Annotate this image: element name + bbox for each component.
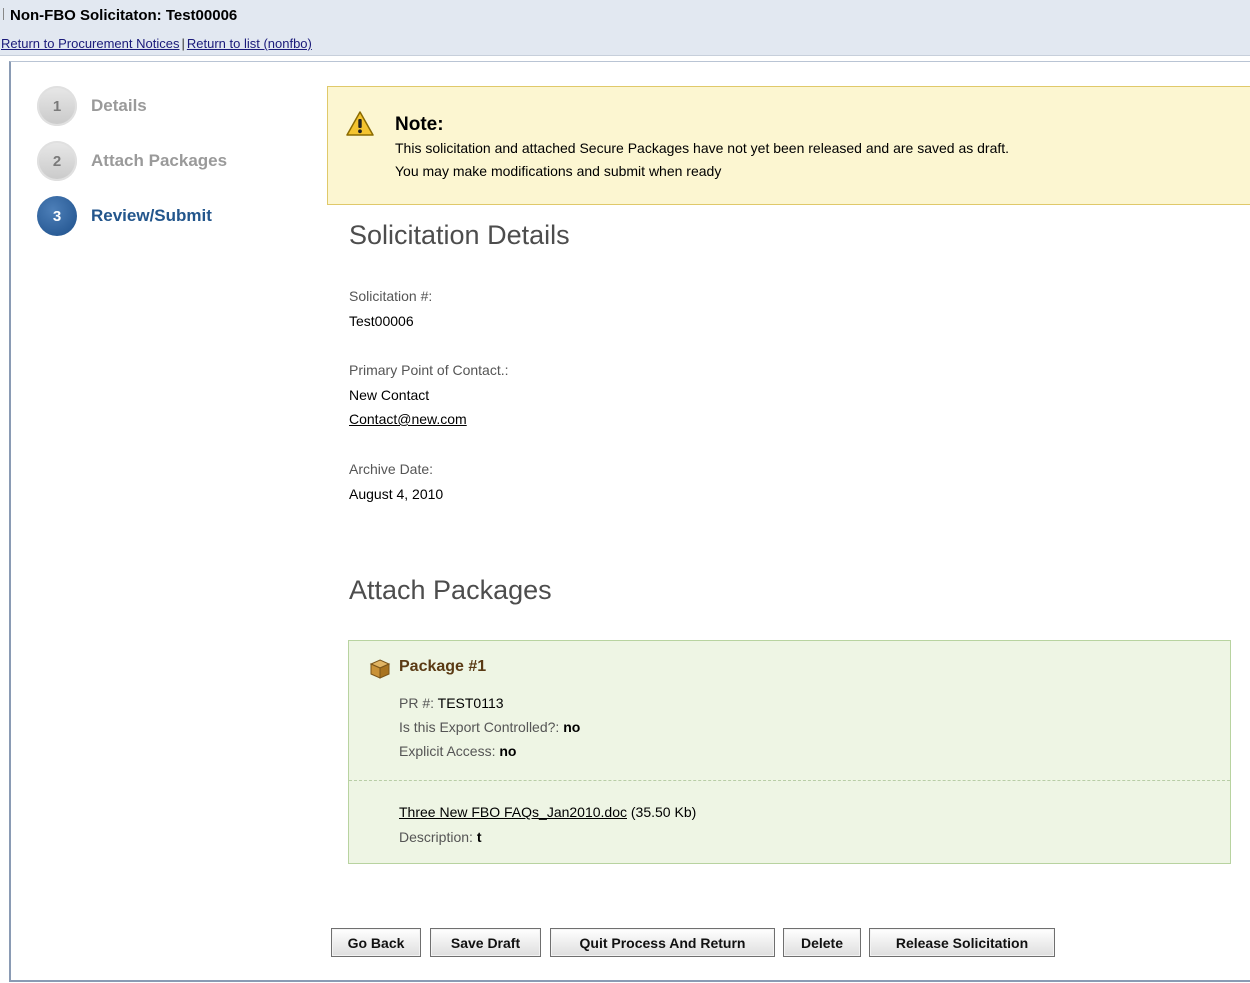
pr-number-value: TEST0113 bbox=[437, 695, 504, 711]
save-draft-button[interactable]: Save Draft bbox=[430, 928, 541, 957]
return-to-list-link[interactable]: Return to list (nonfbo) bbox=[187, 36, 312, 51]
attach-packages-heading: Attach Packages bbox=[349, 575, 552, 605]
step-label-details: Details bbox=[91, 96, 147, 115]
quit-process-button[interactable]: Quit Process And Return bbox=[550, 928, 775, 957]
pr-number-row: PR #: TEST0113 bbox=[399, 695, 504, 711]
note-title: Note: bbox=[395, 114, 444, 135]
package-title: Package #1 bbox=[399, 658, 487, 675]
file-size: (35.50 Kb) bbox=[630, 804, 697, 820]
breadcrumb-separator: | bbox=[181, 36, 185, 51]
package-card: Package #1 PR #: TEST0113 Is this Export… bbox=[348, 640, 1231, 864]
package-icon bbox=[369, 659, 391, 679]
export-controlled-row: Is this Export Controlled?: no bbox=[399, 719, 580, 735]
contact-label: Primary Point of Contact.: bbox=[349, 362, 509, 378]
export-controlled-label: Is this Export Controlled?: bbox=[399, 719, 560, 735]
header-edge-mark bbox=[3, 8, 4, 20]
return-to-procurement-link[interactable]: Return to Procurement Notices bbox=[1, 36, 179, 51]
step-details[interactable]: 1 Details bbox=[37, 86, 147, 126]
solicitation-number-value: Test00006 bbox=[349, 313, 414, 329]
page-header: Non-FBO Solicitaton: Test00006 Return to… bbox=[0, 0, 1250, 56]
pr-number-label: PR #: bbox=[399, 695, 435, 711]
file-row: Three New FBO FAQs_Jan2010.doc (35.50 Kb… bbox=[399, 804, 696, 820]
contact-email: Contact@new.com bbox=[349, 411, 467, 427]
step-number-3: 3 bbox=[37, 196, 77, 236]
explicit-access-row: Explicit Access: no bbox=[399, 743, 516, 759]
description-label: Description: bbox=[399, 829, 473, 845]
solicitation-details-heading: Solicitation Details bbox=[349, 220, 570, 250]
warning-icon bbox=[346, 111, 374, 136]
step-label-review-submit: Review/Submit bbox=[91, 206, 212, 225]
draft-note-box: Note: This solicitation and attached Sec… bbox=[327, 86, 1250, 205]
description-row: Description: t bbox=[399, 829, 481, 845]
file-link[interactable]: Three New FBO FAQs_Jan2010.doc bbox=[399, 804, 627, 820]
note-line-2: You may make modifications and submit wh… bbox=[395, 163, 722, 179]
step-number-1: 1 bbox=[37, 86, 77, 126]
archive-date-value: August 4, 2010 bbox=[349, 486, 444, 502]
contact-email-link[interactable]: Contact@new.com bbox=[349, 411, 467, 427]
archive-date-label: Archive Date: bbox=[349, 461, 434, 477]
explicit-access-value: no bbox=[499, 743, 517, 759]
step-attach-packages[interactable]: 2 Attach Packages bbox=[37, 141, 227, 181]
explicit-access-label: Explicit Access: bbox=[399, 743, 496, 759]
release-solicitation-button[interactable]: Release Solicitation bbox=[869, 928, 1055, 957]
package-divider bbox=[349, 780, 1230, 781]
page-title: Non-FBO Solicitaton: Test00006 bbox=[10, 7, 238, 24]
contact-name: New Contact bbox=[349, 387, 430, 403]
breadcrumb: Return to Procurement Notices | Return to … bbox=[1, 36, 312, 51]
export-controlled-value: no bbox=[563, 719, 581, 735]
description-value: t bbox=[476, 829, 482, 845]
step-label-attach-packages: Attach Packages bbox=[91, 151, 228, 170]
delete-button[interactable]: Delete bbox=[783, 928, 861, 957]
go-back-button[interactable]: Go Back bbox=[331, 928, 421, 957]
solicitation-number-label: Solicitation #: bbox=[349, 288, 433, 304]
step-number-2: 2 bbox=[37, 141, 77, 181]
step-review-submit[interactable]: 3 Review/Submit bbox=[37, 196, 212, 236]
note-line-1: This solicitation and attached Secure Pa… bbox=[395, 140, 1010, 156]
